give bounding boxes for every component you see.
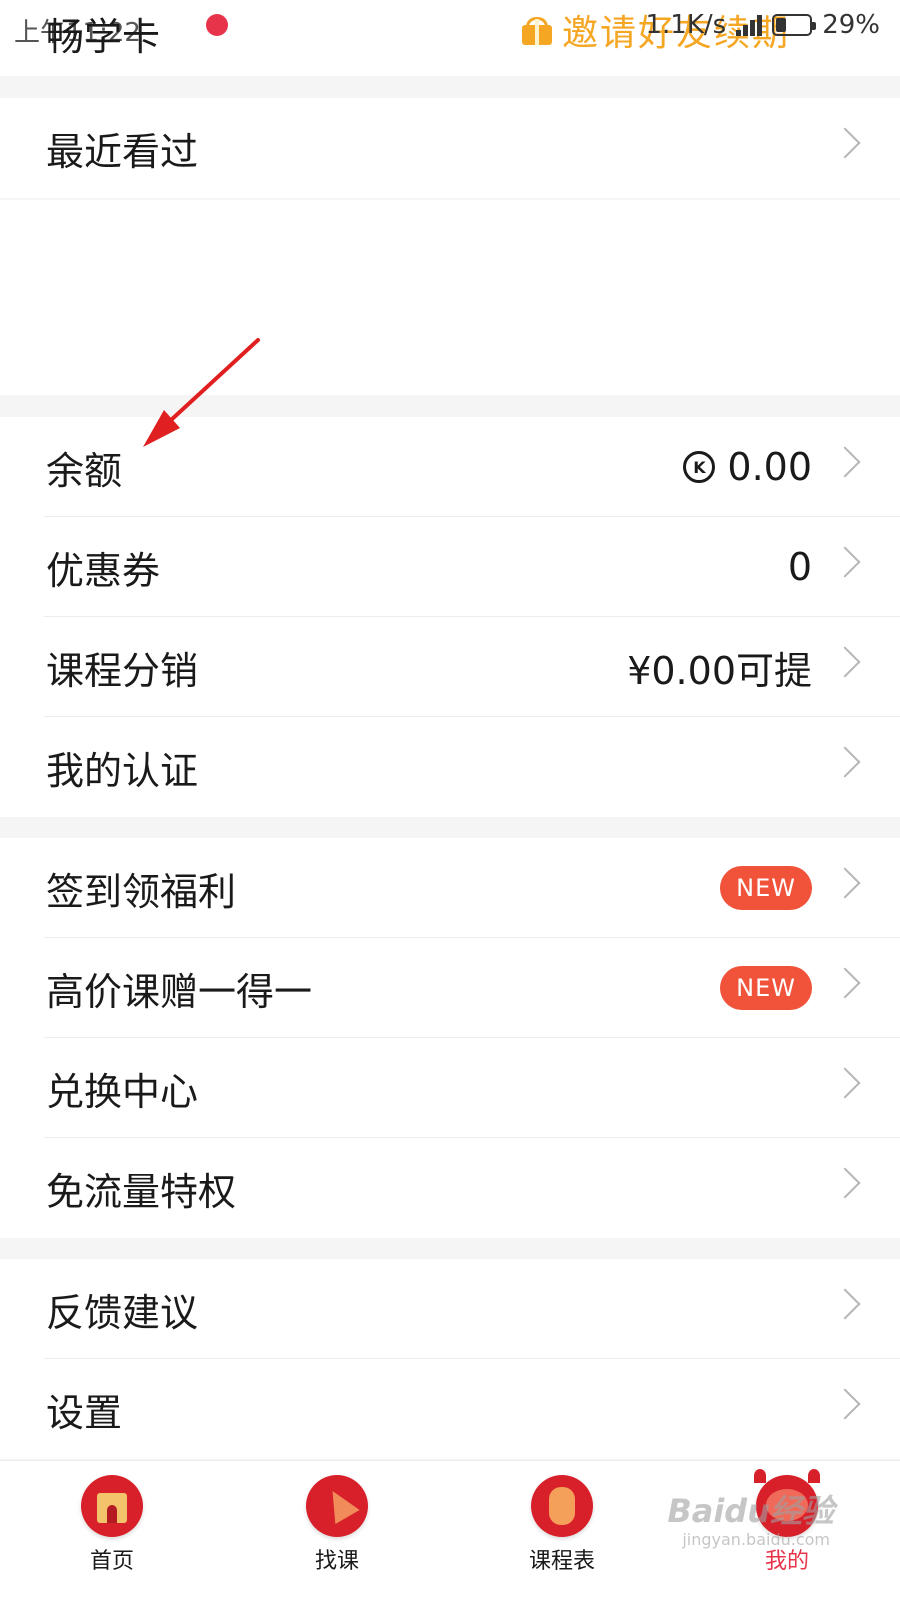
nav-home-label: 首页 bbox=[89, 1549, 134, 1574]
chevron-right-icon bbox=[829, 1067, 861, 1099]
chevron-right-icon bbox=[829, 746, 861, 778]
coupon-row[interactable]: 优惠券 0 bbox=[0, 517, 900, 617]
chevron-right-icon bbox=[829, 546, 861, 578]
buy-one-get-one-row[interactable]: 高价课赠一得一 NEW bbox=[0, 938, 900, 1038]
feedback-label: 反馈建议 bbox=[46, 1290, 199, 1335]
new-badge: NEW bbox=[720, 966, 812, 1010]
gift-icon bbox=[520, 15, 554, 45]
buy-one-badge-wrap: NEW bbox=[720, 966, 812, 1010]
nav-home[interactable]: 首页 bbox=[52, 1475, 172, 1575]
exchange-center-row[interactable]: 兑换中心 bbox=[0, 1038, 900, 1138]
distribution-row[interactable]: 课程分销 ¥0.00可提 bbox=[0, 617, 900, 717]
battery-percent: 29% bbox=[822, 10, 880, 40]
chevron-right-icon bbox=[829, 1288, 861, 1320]
coupon-label: 优惠券 bbox=[46, 548, 161, 593]
cursor-icon bbox=[306, 1475, 368, 1537]
settings-label: 设置 bbox=[46, 1390, 123, 1435]
battery-icon bbox=[772, 14, 817, 36]
recently-viewed-row[interactable]: 最近看过 bbox=[0, 98, 900, 198]
new-badge: NEW bbox=[720, 866, 812, 910]
buy-one-get-one-label: 高价课赠一得一 bbox=[46, 969, 313, 1014]
certification-label: 我的认证 bbox=[46, 748, 199, 793]
nav-schedule-label: 课程表 bbox=[528, 1549, 595, 1574]
chevron-right-icon bbox=[829, 1167, 861, 1199]
chevron-right-icon bbox=[829, 867, 861, 899]
baidu-watermark-url: jingyan.baidu.com bbox=[682, 1530, 830, 1549]
lantern-icon bbox=[531, 1475, 593, 1537]
certification-row[interactable]: 我的认证 bbox=[0, 717, 900, 817]
chevron-right-icon bbox=[829, 967, 861, 999]
notification-dot bbox=[206, 14, 228, 36]
checkin-label: 签到领福利 bbox=[46, 869, 237, 914]
balance-value: 0.00 bbox=[727, 445, 812, 489]
wifi-icon bbox=[736, 14, 763, 36]
distribution-label: 课程分销 bbox=[46, 648, 199, 693]
settings-row[interactable]: 设置 bbox=[0, 1359, 900, 1459]
chevron-right-icon bbox=[829, 646, 861, 678]
coupon-value: 0 bbox=[787, 545, 812, 589]
balance-value-wrap: K 0.00 bbox=[683, 445, 812, 489]
balance-row[interactable]: 余额 K 0.00 bbox=[0, 417, 900, 517]
exchange-center-label: 兑换中心 bbox=[46, 1069, 199, 1114]
status-indicators: 1.1K/s 29% bbox=[645, 10, 880, 40]
chevron-right-icon bbox=[829, 1388, 861, 1420]
recently-viewed-label: 最近看过 bbox=[46, 129, 199, 174]
free-data-label: 免流量特权 bbox=[46, 1169, 237, 1214]
nav-find[interactable]: 找课 bbox=[277, 1475, 397, 1575]
benefits-group: 签到领福利 NEW 高价课赠一得一 NEW 兑换中心 免流量特权 bbox=[0, 838, 900, 1238]
chevron-right-icon bbox=[829, 446, 861, 478]
checkin-badge-wrap: NEW bbox=[720, 866, 812, 910]
misc-group: 反馈建议 设置 bbox=[0, 1259, 900, 1459]
network-speed: 1.1K/s bbox=[645, 10, 727, 40]
home-icon bbox=[81, 1475, 143, 1537]
chevron-right-icon bbox=[829, 127, 861, 159]
free-data-row[interactable]: 免流量特权 bbox=[0, 1138, 900, 1238]
page-title: 畅学卡 bbox=[46, 15, 161, 59]
checkin-row[interactable]: 签到领福利 NEW bbox=[0, 838, 900, 938]
nav-find-label: 找课 bbox=[314, 1549, 359, 1574]
baidu-watermark: Baidu经验 bbox=[667, 1492, 834, 1530]
recent-group: 最近看过 bbox=[0, 98, 900, 198]
wallet-group: 余额 K 0.00 优惠券 0 课程分销 ¥0.00可提 我的认证 bbox=[0, 417, 900, 817]
balance-label: 余额 bbox=[46, 448, 123, 493]
coin-icon: K bbox=[683, 451, 716, 483]
feedback-row[interactable]: 反馈建议 bbox=[0, 1259, 900, 1359]
nav-schedule[interactable]: 课程表 bbox=[502, 1475, 622, 1575]
distribution-value: ¥0.00可提 bbox=[627, 648, 812, 693]
top-bar: 上午11:22 畅学卡 邀请好友续期 1.1K/s 29% bbox=[0, 0, 900, 76]
blank-card bbox=[0, 200, 900, 395]
